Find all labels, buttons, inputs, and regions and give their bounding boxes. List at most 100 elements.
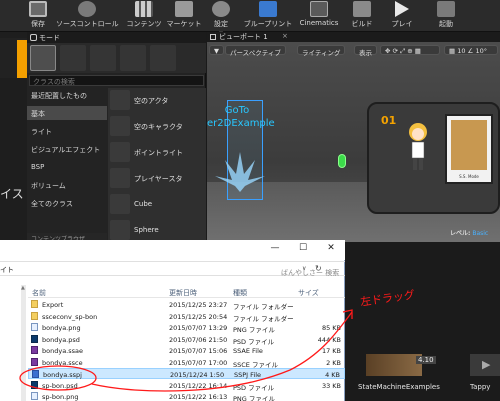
file-row[interactable]: sp-bon.psd 2015/12/22 16:14 PSD ファイル 33 KB <box>28 380 345 392</box>
geometry-mode-icon[interactable] <box>150 45 176 71</box>
category-list: 最近配置したもの 基本ライトビジュアルエフェクト BSP ボリューム全てのクラス <box>27 88 107 242</box>
explorer-search-input[interactable]: ばんやしさー 検索 <box>281 268 341 280</box>
play-button[interactable]: プレイ <box>388 1 416 32</box>
content-button[interactable]: コンテンツ <box>126 1 162 32</box>
foliage-mode-icon[interactable] <box>120 45 146 71</box>
file-date: 2015/12/25 23:27 <box>169 301 228 309</box>
viewport-menu-button[interactable]: ▼ <box>209 45 224 55</box>
file-type: SSAE File <box>233 347 263 355</box>
column-type[interactable]: 種類 <box>233 288 247 298</box>
build-button[interactable]: ビルド <box>348 1 376 32</box>
perspective-button[interactable]: パースペクティブ <box>225 45 286 57</box>
category-item[interactable]: ボリューム <box>27 178 107 192</box>
file-row[interactable]: bondya.psd 2015/07/06 21:50 PSD ファイル 444 KB <box>28 334 345 346</box>
minimize-button[interactable]: — <box>268 243 282 255</box>
category-item[interactable]: ライト <box>27 124 107 138</box>
modes-tab[interactable]: モード <box>27 32 206 43</box>
source-control-button[interactable]: ソースコントロール <box>56 1 119 32</box>
save-button[interactable]: 保存 <box>26 1 50 32</box>
close-button[interactable]: ✕ <box>324 243 338 255</box>
file-row[interactable]: sp-bon.png 2015/12/22 16:13 PNG ファイル <box>28 391 345 401</box>
file-size: 85 KB <box>321 324 341 332</box>
item-thumbnail-icon <box>110 142 130 162</box>
placeable-item[interactable]: 空のアクタ <box>108 88 206 112</box>
explorer-titlebar[interactable]: — ☐ ✕ <box>0 240 345 260</box>
category-item[interactable]: BSP <box>27 160 107 174</box>
asset-tile[interactable]: ▶ Tappy <box>440 354 500 391</box>
show-button[interactable]: 表示 <box>354 45 377 57</box>
file-list-header: 名前 更新日時 種類 サイズ <box>28 285 345 298</box>
asset-tile[interactable]: 4.10 StateMachineExamples <box>358 354 440 391</box>
viewport-tab[interactable]: ビューポート 1 × <box>207 32 500 42</box>
blueprint-icon <box>259 1 277 17</box>
dock-accent-tab[interactable] <box>17 40 27 78</box>
lighting-button[interactable]: ライティング <box>297 45 346 57</box>
placeable-item[interactable]: ポイントライト <box>108 140 206 164</box>
file-date: 2015/07/07 13:29 <box>169 324 228 332</box>
place-mode-icon[interactable] <box>30 45 56 71</box>
file-type: ファイル フォルダー <box>233 314 294 323</box>
file-name: Export <box>42 301 64 309</box>
placeable-item[interactable]: 空のキャラクタ <box>108 114 206 138</box>
character-sprite <box>409 123 427 170</box>
column-date[interactable]: 更新日時 <box>169 288 197 298</box>
settings-button[interactable]: 設定 ▼ <box>208 1 234 37</box>
snap-settings[interactable]: ▦ 10 ∠ 10° <box>444 45 498 55</box>
left-partial-label: イス <box>0 187 24 201</box>
file-type: PSD ファイル <box>233 383 275 392</box>
launch-button[interactable]: 起動 <box>432 1 460 32</box>
cinematics-button[interactable]: Cinematics <box>298 1 340 32</box>
category-item[interactable]: 基本 <box>27 106 107 120</box>
file-type: SSPJ File <box>234 371 262 379</box>
category-item[interactable]: 全てのクラス <box>27 196 107 210</box>
folder-icon <box>31 300 38 308</box>
file-date: 2015/12/22 16:14 <box>169 381 228 390</box>
file-name: ssceconv_sp-bon <box>42 312 98 321</box>
class-search-input[interactable]: クラスの検索 <box>29 75 204 86</box>
paint-mode-icon[interactable] <box>60 45 86 71</box>
marketplace-button[interactable]: マーケット <box>166 1 202 32</box>
marketplace-icon <box>175 1 193 17</box>
category-item[interactable]: 最近配置したもの <box>27 88 107 102</box>
column-name[interactable]: 名前 <box>32 288 46 298</box>
landscape-mode-icon[interactable] <box>90 45 116 71</box>
file-size: 4 KB <box>325 371 340 379</box>
file-name: sp-bon.psd <box>42 381 78 390</box>
file-row[interactable]: ssceconv_sp-bon 2015/12/25 20:54 ファイル フォルダ… <box>28 311 345 323</box>
file-date: 2015/07/07 17:00 <box>169 358 228 367</box>
close-icon[interactable]: × <box>282 32 288 40</box>
file-type: PSD ファイル <box>233 337 275 346</box>
placeable-item[interactable]: Sphere <box>108 218 206 242</box>
category-item[interactable]: ビジュアルエフェクト <box>27 142 107 156</box>
file-row[interactable]: bondya.sspj 2015/12/24 1:50 SSPJ File 4 KB <box>28 368 345 379</box>
file-name: sp-bon.png <box>42 393 79 401</box>
display-card: S.S. Mode <box>445 114 493 184</box>
placeable-item[interactable]: プレイヤースタ <box>108 166 206 190</box>
settings-icon <box>212 1 230 17</box>
blueprint-button[interactable]: ブループリント <box>240 1 296 32</box>
file-size: 33 KB <box>321 381 341 390</box>
file-icon <box>31 392 38 400</box>
file-row[interactable]: bondya.png 2015/07/07 13:29 PNG ファイル 85 KB <box>28 322 345 334</box>
transform-tools[interactable]: ✥ ⟳ ⤢ ⊕ ▦ <box>380 45 440 55</box>
column-size[interactable]: サイズ <box>298 288 319 298</box>
viewport-tab-icon <box>210 34 216 40</box>
source-control-icon <box>78 1 96 17</box>
nav-scrollbar[interactable]: ▲ <box>21 285 26 401</box>
navigation-pane: ▲ <box>0 285 28 401</box>
scene-display-panel: 01 S.S. Mode <box>367 102 500 214</box>
maximize-button[interactable]: ☐ <box>296 243 310 255</box>
placeable-item[interactable]: Cube <box>108 192 206 216</box>
file-icon <box>31 334 38 343</box>
scroll-up-icon[interactable]: ▲ <box>21 285 25 291</box>
file-size: 17 KB <box>321 347 341 355</box>
file-row[interactable]: bondya.ssae 2015/07/07 15:06 SSAE File 17 K… <box>28 345 345 356</box>
viewport-scene[interactable]: ▼ パースペクティブ ライティング 表示 ✥ ⟳ ⤢ ⊕ ▦ ▦ 10 ∠ 10… <box>207 42 500 242</box>
file-date: 2015/12/22 16:13 <box>169 393 228 401</box>
file-date: 2015/07/07 15:06 <box>169 347 228 355</box>
file-row[interactable]: Export 2015/12/25 23:27 ファイル フォルダー <box>28 299 345 311</box>
viewport-panel: ビューポート 1 × ▼ パースペクティブ ライティング 表示 ✥ ⟳ ⤢ ⊕ … <box>207 32 500 242</box>
file-row[interactable]: bondya.ssce 2015/07/07 17:00 SSCE ファイル 2 KB <box>28 357 345 369</box>
file-name: bondya.png <box>42 324 81 332</box>
play-icon <box>395 1 409 17</box>
